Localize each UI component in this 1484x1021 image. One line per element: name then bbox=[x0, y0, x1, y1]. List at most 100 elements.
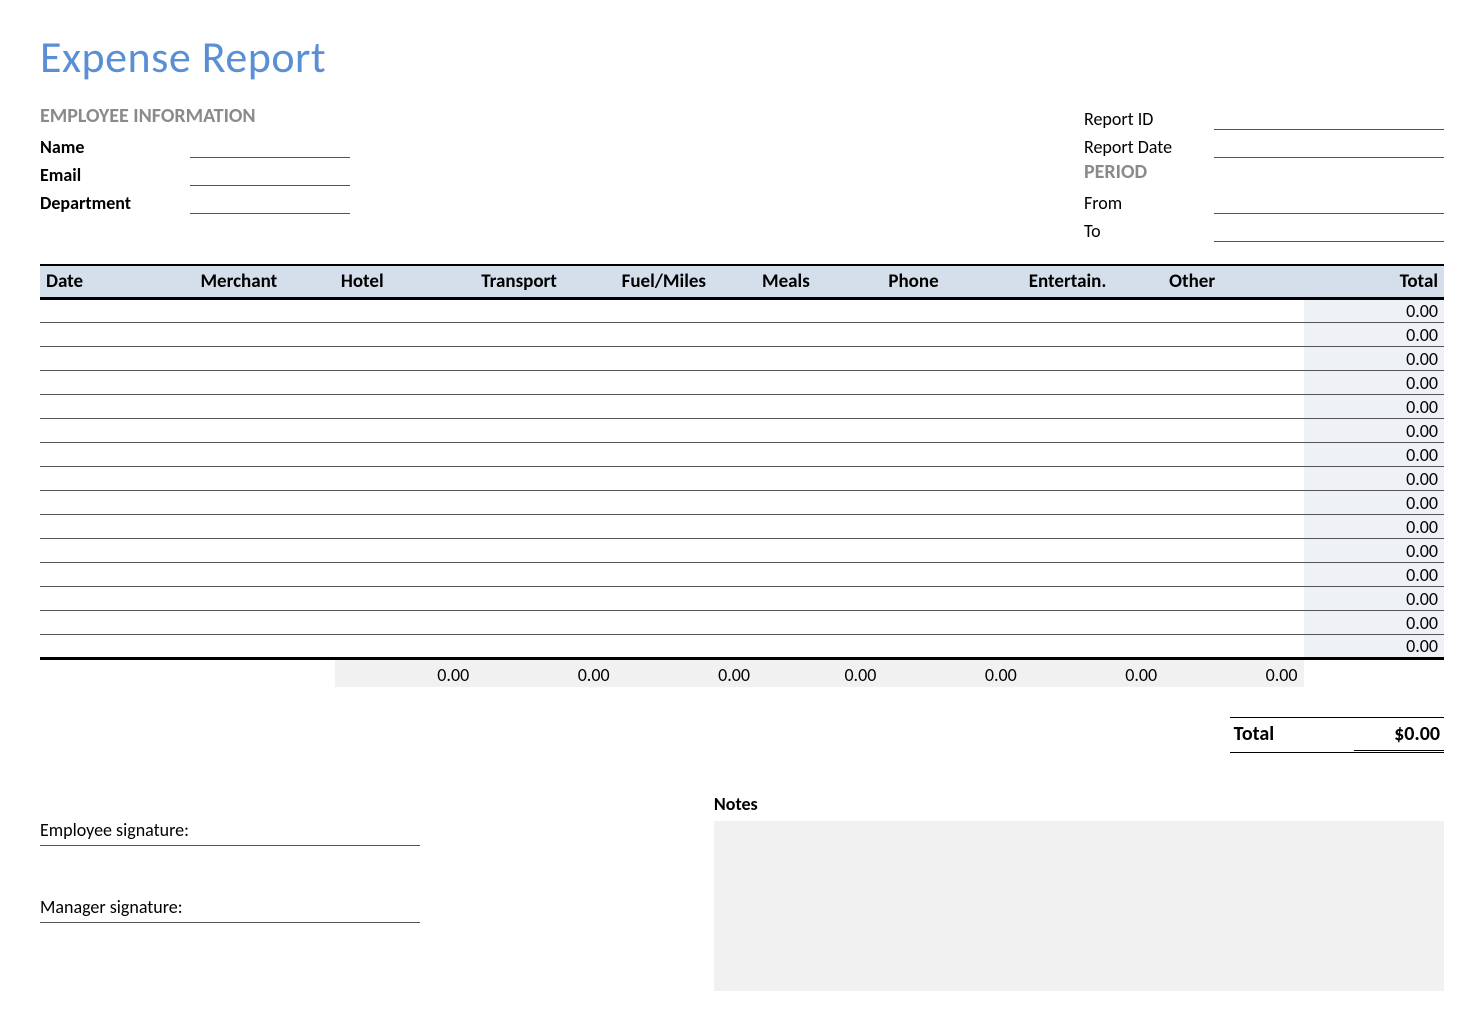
cell-hotel[interactable] bbox=[335, 491, 475, 515]
cell-other[interactable] bbox=[1163, 563, 1303, 587]
from-input[interactable] bbox=[1214, 192, 1444, 214]
cell-merchant[interactable] bbox=[194, 395, 334, 419]
cell-phone[interactable] bbox=[882, 299, 1022, 323]
cell-entertain[interactable] bbox=[1023, 467, 1163, 491]
cell-transport[interactable] bbox=[475, 515, 615, 539]
cell-entertain[interactable] bbox=[1023, 443, 1163, 467]
cell-entertain[interactable] bbox=[1023, 299, 1163, 323]
cell-date[interactable] bbox=[40, 347, 194, 371]
cell-hotel[interactable] bbox=[335, 563, 475, 587]
cell-date[interactable] bbox=[40, 539, 194, 563]
cell-fuel[interactable] bbox=[616, 635, 756, 659]
report-date-input[interactable] bbox=[1214, 136, 1444, 158]
cell-other[interactable] bbox=[1163, 467, 1303, 491]
cell-meals[interactable] bbox=[756, 611, 882, 635]
cell-fuel[interactable] bbox=[616, 395, 756, 419]
cell-date[interactable] bbox=[40, 515, 194, 539]
cell-entertain[interactable] bbox=[1023, 347, 1163, 371]
cell-hotel[interactable] bbox=[335, 467, 475, 491]
cell-meals[interactable] bbox=[756, 563, 882, 587]
cell-other[interactable] bbox=[1163, 395, 1303, 419]
cell-date[interactable] bbox=[40, 587, 194, 611]
cell-merchant[interactable] bbox=[194, 347, 334, 371]
cell-other[interactable] bbox=[1163, 371, 1303, 395]
cell-entertain[interactable] bbox=[1023, 587, 1163, 611]
cell-entertain[interactable] bbox=[1023, 395, 1163, 419]
cell-entertain[interactable] bbox=[1023, 371, 1163, 395]
cell-entertain[interactable] bbox=[1023, 491, 1163, 515]
department-input[interactable] bbox=[190, 192, 350, 214]
cell-entertain[interactable] bbox=[1023, 611, 1163, 635]
cell-merchant[interactable] bbox=[194, 371, 334, 395]
cell-merchant[interactable] bbox=[194, 419, 334, 443]
cell-merchant[interactable] bbox=[194, 563, 334, 587]
cell-meals[interactable] bbox=[756, 467, 882, 491]
cell-phone[interactable] bbox=[882, 587, 1022, 611]
cell-merchant[interactable] bbox=[194, 611, 334, 635]
cell-meals[interactable] bbox=[756, 371, 882, 395]
cell-hotel[interactable] bbox=[335, 635, 475, 659]
cell-other[interactable] bbox=[1163, 443, 1303, 467]
cell-date[interactable] bbox=[40, 419, 194, 443]
cell-merchant[interactable] bbox=[194, 323, 334, 347]
cell-merchant[interactable] bbox=[194, 467, 334, 491]
cell-other[interactable] bbox=[1163, 611, 1303, 635]
cell-entertain[interactable] bbox=[1023, 323, 1163, 347]
name-input[interactable] bbox=[190, 136, 350, 158]
cell-date[interactable] bbox=[40, 467, 194, 491]
cell-hotel[interactable] bbox=[335, 395, 475, 419]
cell-date[interactable] bbox=[40, 299, 194, 323]
cell-merchant[interactable] bbox=[194, 491, 334, 515]
cell-hotel[interactable] bbox=[335, 515, 475, 539]
cell-phone[interactable] bbox=[882, 539, 1022, 563]
cell-merchant[interactable] bbox=[194, 587, 334, 611]
cell-other[interactable] bbox=[1163, 515, 1303, 539]
cell-phone[interactable] bbox=[882, 491, 1022, 515]
cell-fuel[interactable] bbox=[616, 563, 756, 587]
cell-transport[interactable] bbox=[475, 371, 615, 395]
cell-hotel[interactable] bbox=[335, 347, 475, 371]
cell-merchant[interactable] bbox=[194, 635, 334, 659]
cell-fuel[interactable] bbox=[616, 611, 756, 635]
cell-entertain[interactable] bbox=[1023, 635, 1163, 659]
cell-meals[interactable] bbox=[756, 491, 882, 515]
cell-date[interactable] bbox=[40, 371, 194, 395]
cell-meals[interactable] bbox=[756, 635, 882, 659]
cell-phone[interactable] bbox=[882, 467, 1022, 491]
cell-hotel[interactable] bbox=[335, 371, 475, 395]
cell-fuel[interactable] bbox=[616, 299, 756, 323]
cell-phone[interactable] bbox=[882, 515, 1022, 539]
cell-date[interactable] bbox=[40, 635, 194, 659]
cell-phone[interactable] bbox=[882, 635, 1022, 659]
cell-fuel[interactable] bbox=[616, 515, 756, 539]
cell-entertain[interactable] bbox=[1023, 563, 1163, 587]
cell-transport[interactable] bbox=[475, 419, 615, 443]
cell-phone[interactable] bbox=[882, 419, 1022, 443]
cell-fuel[interactable] bbox=[616, 539, 756, 563]
cell-fuel[interactable] bbox=[616, 323, 756, 347]
cell-fuel[interactable] bbox=[616, 491, 756, 515]
notes-input[interactable] bbox=[714, 821, 1444, 991]
cell-phone[interactable] bbox=[882, 323, 1022, 347]
cell-date[interactable] bbox=[40, 563, 194, 587]
cell-hotel[interactable] bbox=[335, 299, 475, 323]
cell-meals[interactable] bbox=[756, 539, 882, 563]
cell-entertain[interactable] bbox=[1023, 419, 1163, 443]
cell-meals[interactable] bbox=[756, 347, 882, 371]
cell-transport[interactable] bbox=[475, 563, 615, 587]
cell-entertain[interactable] bbox=[1023, 515, 1163, 539]
cell-transport[interactable] bbox=[475, 539, 615, 563]
cell-transport[interactable] bbox=[475, 347, 615, 371]
cell-meals[interactable] bbox=[756, 587, 882, 611]
cell-transport[interactable] bbox=[475, 587, 615, 611]
cell-phone[interactable] bbox=[882, 371, 1022, 395]
cell-other[interactable] bbox=[1163, 587, 1303, 611]
cell-meals[interactable] bbox=[756, 515, 882, 539]
cell-meals[interactable] bbox=[756, 299, 882, 323]
cell-hotel[interactable] bbox=[335, 611, 475, 635]
cell-fuel[interactable] bbox=[616, 419, 756, 443]
cell-other[interactable] bbox=[1163, 635, 1303, 659]
cell-entertain[interactable] bbox=[1023, 539, 1163, 563]
cell-meals[interactable] bbox=[756, 323, 882, 347]
cell-phone[interactable] bbox=[882, 611, 1022, 635]
